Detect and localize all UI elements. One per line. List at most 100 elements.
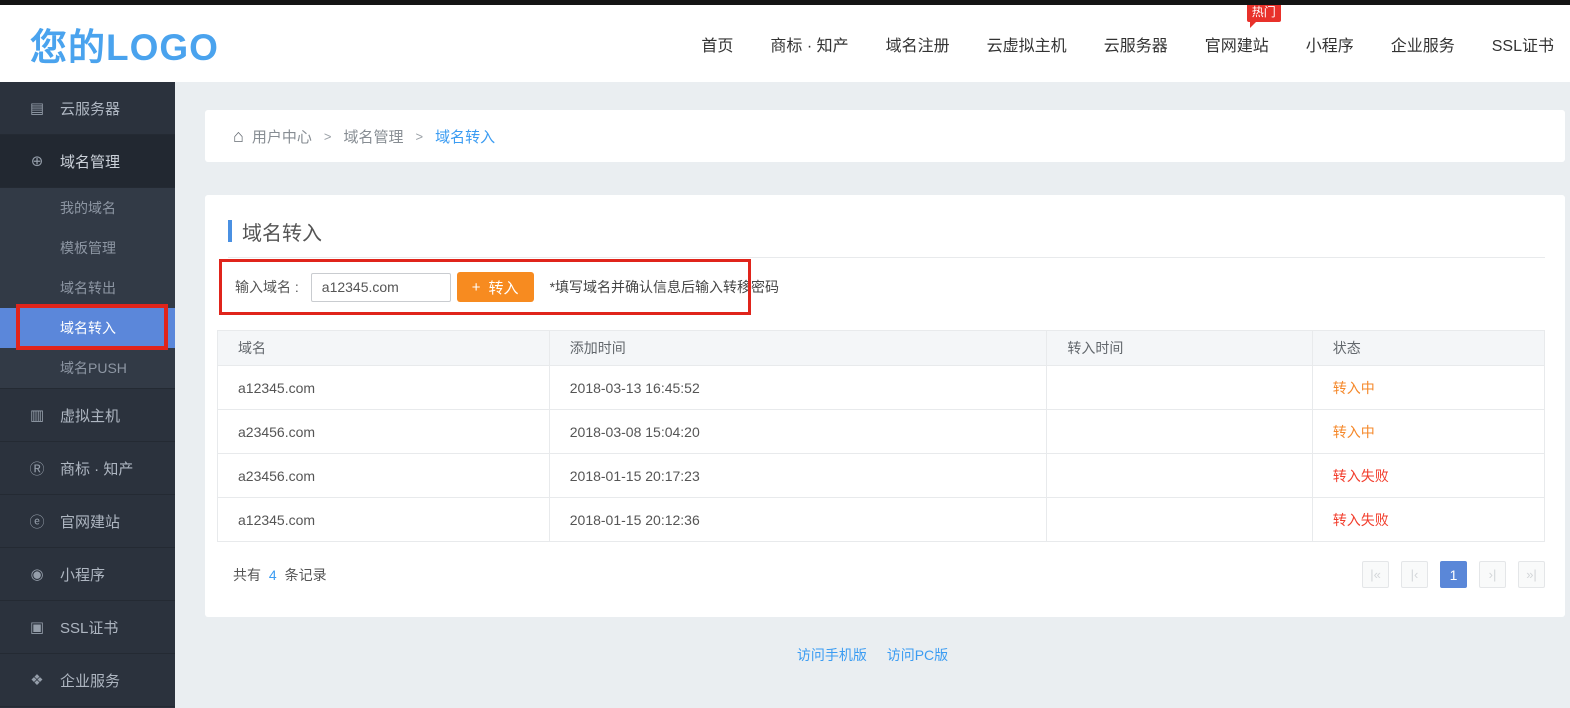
visit-mobile-link[interactable]: 访问手机版 xyxy=(797,647,867,663)
registered-trademark-icon: Ⓡ xyxy=(28,458,46,479)
sidebar-item-ssl-cert[interactable]: ▣ SSL证书 xyxy=(0,601,175,654)
logo[interactable]: 您的LOGO xyxy=(30,17,219,71)
panel-title-row: 域名转入 xyxy=(228,217,1545,245)
transfer-in-button-label: 转入 xyxy=(489,277,519,298)
sidebar-item-label: 小程序 xyxy=(60,564,105,585)
nav-domain-register[interactable]: 域名注册 xyxy=(886,28,950,60)
record-count: 共有 4 条记录 xyxy=(233,565,327,585)
transfer-in-panel: 域名转入 输入域名 : + 转入 *填写域名并确认信息后输入转移密码 域名 添加… xyxy=(205,195,1565,617)
visit-pc-link[interactable]: 访问PC版 xyxy=(887,647,948,663)
cell-domain: a12345.com xyxy=(218,498,550,542)
sidebar-item-website-builder[interactable]: ⓔ 官网建站 xyxy=(0,495,175,548)
status-badge: 转入失败 xyxy=(1312,454,1544,498)
submenu-item-domain-push[interactable]: 域名PUSH xyxy=(0,348,175,388)
pagination-last-button[interactable]: »| xyxy=(1518,561,1545,588)
nav-cloud-server[interactable]: 云服务器 xyxy=(1104,28,1168,60)
transfer-table: 域名 添加时间 转入时间 状态 a12345.com 2018-03-13 16… xyxy=(217,330,1545,542)
nav-cloud-virtual-host[interactable]: 云虚拟主机 xyxy=(987,28,1067,60)
cell-added-time: 2018-01-15 20:17:23 xyxy=(549,454,1047,498)
table-row: a23456.com 2018-03-08 15:04:20 转入中 xyxy=(218,410,1545,454)
sidebar-item-label: 企业服务 xyxy=(60,670,120,691)
status-badge: 转入中 xyxy=(1312,366,1544,410)
nav-ssl-cert[interactable]: SSL证书 xyxy=(1492,28,1554,60)
table-row: a12345.com 2018-03-13 16:45:52 转入中 xyxy=(218,366,1545,410)
home-icon: ⌂ xyxy=(233,126,244,147)
sidebar-item-virtual-host[interactable]: ▥ 虚拟主机 xyxy=(0,389,175,442)
cell-transfer-time xyxy=(1047,366,1312,410)
submenu-item-template-manage[interactable]: 模板管理 xyxy=(0,228,175,268)
form-note: *填写域名并确认信息后输入转移密码 xyxy=(550,277,779,297)
cell-domain: a12345.com xyxy=(218,366,550,410)
breadcrumb-user-center[interactable]: 用户中心 xyxy=(252,126,312,147)
top-border-strip xyxy=(0,0,1570,5)
cell-domain: a23456.com xyxy=(218,410,550,454)
table-footer: 共有 4 条记录 |« |‹ 1 ›| »| xyxy=(217,561,1545,588)
breadcrumb-separator-icon: > xyxy=(324,129,332,144)
miniprogram-icon: ◉ xyxy=(28,565,46,583)
sidebar-item-enterprise-services[interactable]: ❖ 企业服务 xyxy=(0,654,175,707)
breadcrumb-domain-manage[interactable]: 域名管理 xyxy=(343,126,403,147)
cell-domain: a23456.com xyxy=(218,454,550,498)
sidebar-item-label: SSL证书 xyxy=(60,617,118,638)
sidebar-item-label: 官网建站 xyxy=(60,511,120,532)
cell-added-time: 2018-03-13 16:45:52 xyxy=(549,366,1047,410)
sidebar-item-label: 云服务器 xyxy=(60,98,120,119)
nav-enterprise-services[interactable]: 企业服务 xyxy=(1391,28,1455,60)
sidebar-item-cloud-server[interactable]: ▤ 云服务器 xyxy=(0,82,175,135)
cell-transfer-time xyxy=(1047,410,1312,454)
transfer-in-button[interactable]: + 转入 xyxy=(457,272,534,302)
breadcrumb-current-page: 域名转入 xyxy=(435,126,495,147)
sidebar-item-miniprogram[interactable]: ◉ 小程序 xyxy=(0,548,175,601)
header: 您的LOGO 首页 商标 · 知产 域名注册 云虚拟主机 云服务器 官网建站 热… xyxy=(0,5,1570,82)
sidebar-item-domain-manage[interactable]: ⊕ 域名管理 xyxy=(0,135,175,188)
bottom-links: 访问手机版 访问PC版 xyxy=(175,645,1570,665)
enterprise-services-icon: ❖ xyxy=(28,671,46,689)
page-title: 域名转入 xyxy=(242,217,322,246)
domain-manage-submenu: 我的域名 模板管理 域名转出 域名转入 域名PUSH xyxy=(0,188,175,389)
sidebar-item-trademark[interactable]: Ⓡ 商标 · 知产 xyxy=(0,442,175,495)
column-header-domain: 域名 xyxy=(218,331,550,366)
virtual-host-icon: ▥ xyxy=(28,406,46,424)
nav-miniprogram[interactable]: 小程序 xyxy=(1306,28,1354,60)
table-header-row: 域名 添加时间 转入时间 状态 xyxy=(218,331,1545,366)
domain-input[interactable] xyxy=(311,273,451,302)
transfer-in-form: 输入域名 : + 转入 *填写域名并确认信息后输入转移密码 xyxy=(217,258,1545,316)
sidebar-item-label: 虚拟主机 xyxy=(60,405,120,426)
record-count-prefix: 共有 xyxy=(233,567,261,583)
certificate-icon: ▣ xyxy=(28,618,46,636)
nav-website-builder[interactable]: 官网建站 热门 xyxy=(1205,28,1269,60)
pagination-next-button[interactable]: ›| xyxy=(1479,561,1506,588)
cell-added-time: 2018-01-15 20:12:36 xyxy=(549,498,1047,542)
sidebar-item-label: 域名管理 xyxy=(60,151,120,172)
table-row: a23456.com 2018-01-15 20:17:23 转入失败 xyxy=(218,454,1545,498)
column-header-status: 状态 xyxy=(1312,331,1544,366)
cell-added-time: 2018-03-08 15:04:20 xyxy=(549,410,1047,454)
submenu-item-transfer-in[interactable]: 域名转入 xyxy=(0,308,175,348)
column-header-transfer-time: 转入时间 xyxy=(1047,331,1312,366)
globe-icon: ⊕ xyxy=(28,152,46,170)
sidebar-item-label: 商标 · 知产 xyxy=(60,458,133,479)
status-badge: 转入中 xyxy=(1312,410,1544,454)
column-header-added-time: 添加时间 xyxy=(549,331,1047,366)
website-icon: ⓔ xyxy=(28,511,46,532)
cloud-server-icon: ▤ xyxy=(28,99,46,117)
nav-trademark[interactable]: 商标 · 知产 xyxy=(770,28,848,60)
breadcrumb: ⌂ 用户中心 > 域名管理 > 域名转入 xyxy=(205,110,1565,162)
plus-icon: + xyxy=(472,279,481,296)
nav-home[interactable]: 首页 xyxy=(701,28,733,60)
title-accent-bar xyxy=(228,220,232,242)
record-count-number: 4 xyxy=(269,567,277,583)
table-row: a12345.com 2018-01-15 20:12:36 转入失败 xyxy=(218,498,1545,542)
pagination-first-button[interactable]: |« xyxy=(1362,561,1389,588)
content-area: ⌂ 用户中心 > 域名管理 > 域名转入 域名转入 输入域名 : + 转入 *填… xyxy=(175,82,1570,708)
domain-input-label: 输入域名 : xyxy=(235,277,299,297)
record-count-suffix: 条记录 xyxy=(285,567,327,583)
pagination-page-1-button[interactable]: 1 xyxy=(1440,561,1467,588)
breadcrumb-separator-icon: > xyxy=(416,129,424,144)
status-badge: 转入失败 xyxy=(1312,498,1544,542)
pagination: |« |‹ 1 ›| »| xyxy=(1362,561,1545,588)
submenu-item-transfer-out[interactable]: 域名转出 xyxy=(0,268,175,308)
top-nav: 首页 商标 · 知产 域名注册 云虚拟主机 云服务器 官网建站 热门 小程序 企… xyxy=(701,28,1554,60)
pagination-prev-button[interactable]: |‹ xyxy=(1401,561,1428,588)
submenu-item-my-domains[interactable]: 我的域名 xyxy=(0,188,175,228)
